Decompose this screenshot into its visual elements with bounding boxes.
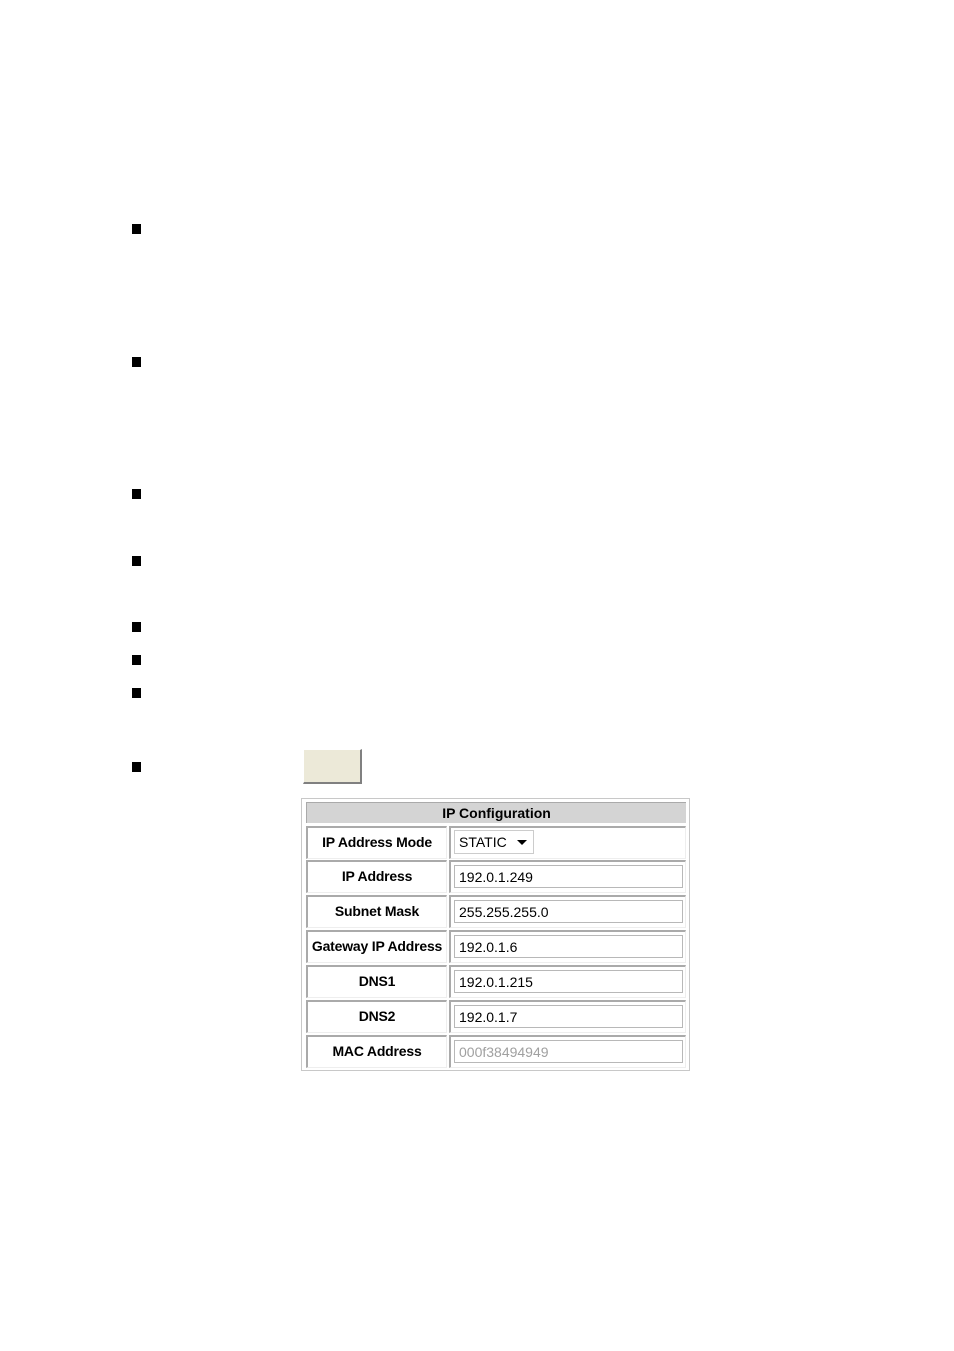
ip-address-mode-value: STATIC <box>459 834 507 850</box>
apply-button[interactable] <box>303 749 362 784</box>
ip-address-mode-select[interactable]: STATIC <box>454 830 534 854</box>
dns2-cell <box>449 1000 686 1033</box>
table-row: Gateway IP Address <box>306 930 686 963</box>
ip-address-label: IP Address <box>306 860 447 893</box>
table-row: IP Address <box>306 860 686 893</box>
table-row: Subnet Mask <box>306 895 686 928</box>
bullet-icon <box>132 688 141 698</box>
subnet-mask-label: Subnet Mask <box>306 895 447 928</box>
gateway-ip-label: Gateway IP Address <box>306 930 447 963</box>
mac-address-cell <box>449 1035 686 1068</box>
bullet-icon <box>132 556 141 566</box>
dns2-input[interactable] <box>454 1005 683 1028</box>
dns1-label: DNS1 <box>306 965 447 998</box>
ip-address-mode-cell: STATIC <box>449 826 686 859</box>
table-row: DNS1 <box>306 965 686 998</box>
bullet-icon <box>132 224 141 234</box>
bullet-icon <box>132 655 141 665</box>
table-title: IP Configuration <box>306 802 686 823</box>
table-row: DNS2 <box>306 1000 686 1033</box>
subnet-mask-cell <box>449 895 686 928</box>
ip-configuration-table: IP Configuration IP Address Mode STATIC … <box>301 798 690 1071</box>
bullet-icon <box>132 489 141 499</box>
subnet-mask-input[interactable] <box>454 900 683 923</box>
chevron-down-icon <box>517 840 527 845</box>
bullet-icon <box>132 357 141 367</box>
ip-address-input[interactable] <box>454 865 683 888</box>
bullet-icon <box>132 622 141 632</box>
mac-address-label: MAC Address <box>306 1035 447 1068</box>
dns2-label: DNS2 <box>306 1000 447 1033</box>
bullet-icon <box>132 762 141 772</box>
ip-address-mode-label: IP Address Mode <box>306 826 447 859</box>
gateway-ip-cell <box>449 930 686 963</box>
table-row: IP Address Mode STATIC <box>306 826 686 859</box>
ip-address-cell <box>449 860 686 893</box>
table-row: MAC Address <box>306 1035 686 1068</box>
gateway-ip-input[interactable] <box>454 935 683 958</box>
mac-address-input <box>454 1040 683 1063</box>
dns1-cell <box>449 965 686 998</box>
dns1-input[interactable] <box>454 970 683 993</box>
